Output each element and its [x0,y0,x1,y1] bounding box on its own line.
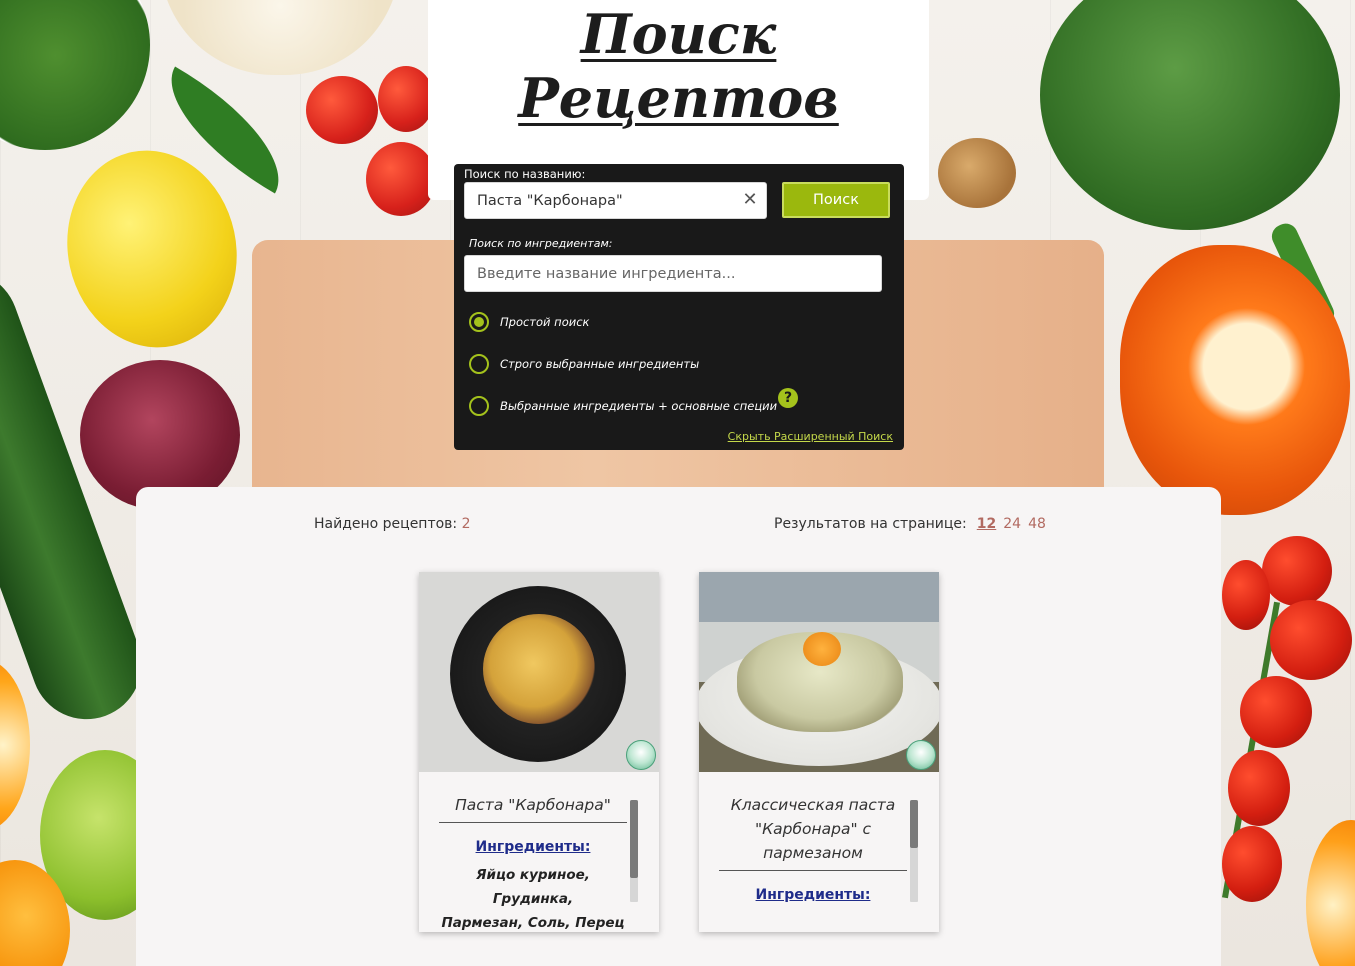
found-count-text: Найдено рецептов: 2 [314,516,471,532]
card-scrollbar[interactable] [910,800,918,902]
recipe-card[interactable]: Классическая паста "Карбонара" с пармеза… [699,572,939,932]
recipe-title-line: пармезаном [763,844,863,862]
divider [719,870,907,871]
card-scrollbar[interactable] [630,800,638,902]
recipe-card[interactable]: Паста "Карбонара" Ингредиенты: Яйцо кури… [419,572,659,932]
ingredients-line: Пармезан, Соль, Перец [441,915,625,931]
recipe-photo[interactable] [419,572,659,772]
ingredients-line: Яйцо куриное, Грудинка, [476,867,590,907]
recipe-title-line: "Карбонара" с [754,820,872,838]
search-mode-label: Простой поиск [500,315,590,329]
egg-yolk-image [803,632,841,666]
search-panel: Поиск по названию: Паста "Карбонара" ✕ П… [454,164,904,450]
help-icon[interactable]: ? [778,388,798,408]
radio-button[interactable] [469,396,489,416]
tomato-image [378,66,434,132]
chef-logo-icon [906,740,936,770]
recipe-card-body: Классическая паста "Карбонара" с пармеза… [699,772,939,932]
close-icon[interactable]: ✕ [740,190,760,210]
radio-button-checked[interactable] [469,312,489,332]
radio-button[interactable] [469,354,489,374]
recipe-title[interactable]: Паста "Карбонара" [439,793,627,817]
cherry-tomato-image [1222,826,1282,902]
scrollbar-thumb[interactable] [910,800,918,848]
tomato-image [366,142,436,216]
search-mode-simple[interactable]: Простой поиск [469,312,589,332]
ingredients-heading[interactable]: Ингредиенты: [439,839,627,855]
found-count: 2 [461,516,471,532]
scrollbar-thumb[interactable] [630,800,638,878]
page-title-line1: Поиск [580,2,777,66]
pasta-image [483,614,595,724]
per-page-option-48[interactable]: 48 [1028,516,1046,532]
recipe-title-line: Классическая паста [730,796,896,814]
tomato-image [306,76,378,144]
page-title-line2: Рецептов [518,66,839,130]
search-mode-strict[interactable]: Строго выбранные ингредиенты [469,354,699,374]
recipe-title[interactable]: Классическая паста "Карбонара" с пармеза… [719,793,907,865]
search-mode-label: Строго выбранные ингредиенты [500,357,700,371]
cherry-tomato-image [1240,676,1312,748]
search-button[interactable]: Поиск [782,182,890,218]
ingredients-heading[interactable]: Ингредиенты: [719,887,907,903]
cherry-tomato-image [1228,750,1290,826]
name-search-label: Поиск по названию: [464,167,586,181]
ingredients-list: Яйцо куриное, Грудинка, Пармезан, Соль, … [437,863,629,932]
page-title: Поиск Рецептов [428,2,929,130]
recipe-name-input[interactable]: Паста "Карбонара" [464,182,767,219]
found-label: Найдено рецептов: [314,516,458,532]
hide-advanced-search-link[interactable]: Скрыть Расширенный Поиск [728,430,893,443]
cherry-tomato-image [1222,560,1270,630]
cherry-tomato-image [1262,536,1332,606]
cherry-tomato-image [1270,600,1352,680]
per-page-option-12[interactable]: 12 [977,516,996,532]
ingredients-search-label: Поиск по ингредиентам: [469,237,613,250]
per-page-option-24[interactable]: 24 [1003,516,1021,532]
search-mode-label: Выбранные ингредиенты + основные специи [500,399,778,413]
recipe-photo[interactable] [699,572,939,772]
recipe-card-body: Паста "Карбонара" Ингредиенты: Яйцо кури… [419,772,659,932]
ingredient-input[interactable]: Введите название ингредиента... [464,255,882,292]
walnut-image [938,138,1016,208]
search-mode-with-spices[interactable]: Выбранные ингредиенты + основные специи [469,396,777,416]
chef-logo-icon [626,740,656,770]
divider [439,822,627,823]
per-page-label: Результатов на странице: [774,516,967,532]
results-panel: Найдено рецептов: 2 Результатов на стран… [136,487,1221,966]
per-page-selector: Результатов на странице: 12 24 48 [774,516,1046,532]
